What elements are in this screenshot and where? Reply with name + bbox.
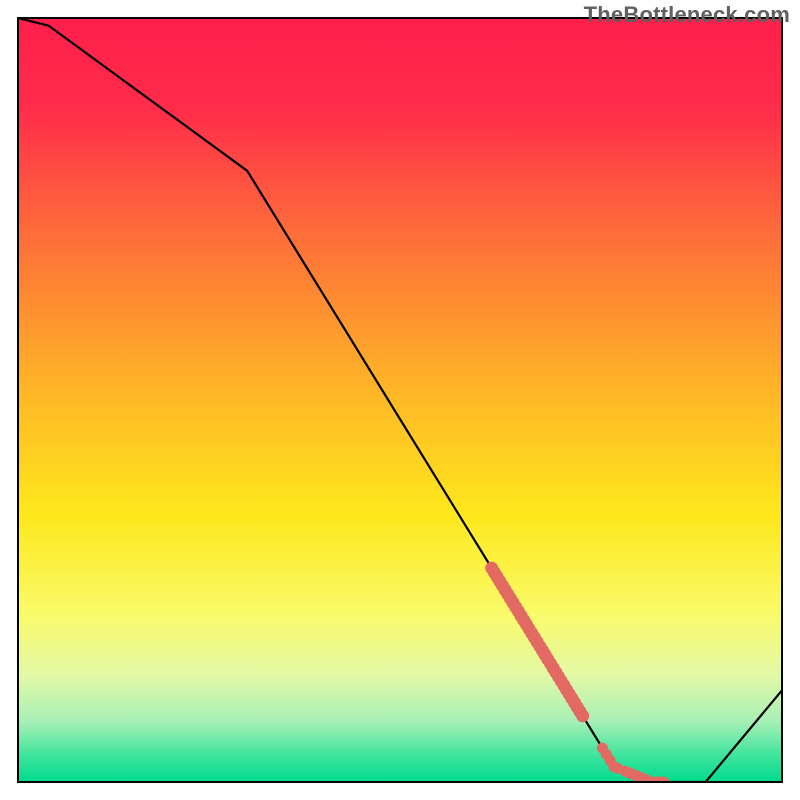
marker-dot	[576, 709, 589, 722]
bottleneck-chart	[0, 0, 800, 800]
watermark-text: TheBottleneck.com	[584, 2, 790, 28]
chart-stage: TheBottleneck.com	[0, 0, 800, 800]
gradient-background	[18, 18, 782, 782]
